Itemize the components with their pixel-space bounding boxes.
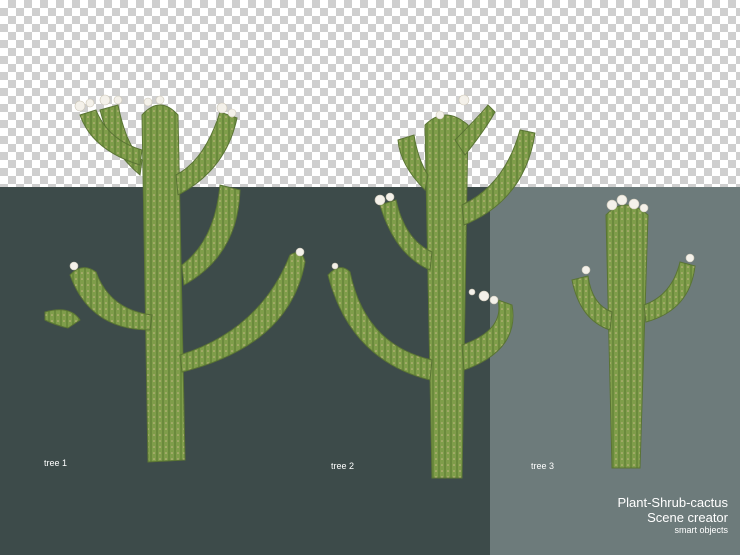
- cactus-tree-2: [327, 104, 536, 479]
- cactus-tree-3: [571, 204, 696, 469]
- tree-3-label: tree 3: [531, 461, 555, 471]
- cactus-tree-1: [44, 104, 306, 463]
- caption-title: Plant-Shrub-cactus: [617, 495, 728, 510]
- caption-tagline: smart objects: [674, 525, 728, 535]
- caption-subtitle: Scene creator: [647, 510, 728, 525]
- tree-2-label: tree 2: [331, 461, 355, 471]
- tree-1-label: tree 1: [44, 458, 68, 468]
- caption-block: Plant-Shrub-cactus Scene creator smart o…: [617, 496, 728, 535]
- cactus-illustrations: [44, 94, 696, 479]
